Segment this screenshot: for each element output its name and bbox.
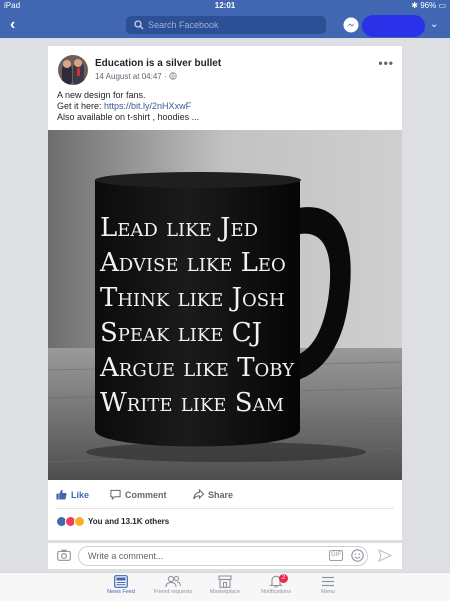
post-text-prefix: Get it here: bbox=[57, 101, 105, 111]
comment-placeholder: Write a comment... bbox=[88, 551, 164, 561]
mug-line: Write like Sam bbox=[100, 388, 284, 418]
reactions-count: You and 13.1K others bbox=[88, 517, 170, 526]
globe-icon bbox=[169, 72, 177, 80]
mug-line: Speak like CJ bbox=[100, 318, 262, 348]
post-text-line: Also available on t-shirt , hoodies ... bbox=[57, 112, 200, 122]
tab-marketplace[interactable]: Marketplace bbox=[201, 574, 249, 595]
tab-label: Notifications bbox=[261, 589, 291, 595]
friends-icon bbox=[165, 575, 181, 588]
search-input[interactable]: Search Facebook bbox=[126, 16, 326, 34]
top-navbar: ‹ Search Facebook ⌄ bbox=[0, 12, 450, 38]
tab-menu[interactable]: Menu bbox=[304, 574, 352, 595]
search-icon bbox=[134, 20, 144, 30]
status-bar: iPad 12:01 ✱ 96% ▭ bbox=[0, 0, 450, 12]
post-author-name[interactable]: Education is a silver bullet bbox=[95, 58, 221, 69]
notification-badge: 2 bbox=[279, 574, 288, 583]
post-date[interactable]: 14 August at 04:47 bbox=[95, 72, 162, 81]
comment-input[interactable]: Write a comment... GIF bbox=[78, 546, 368, 566]
tab-news-feed[interactable]: News Feed bbox=[97, 574, 145, 595]
post-text-line: A new design for fans. bbox=[57, 90, 146, 100]
post-text-line: Get it here: https://bit.ly/2nHXxwF bbox=[57, 101, 199, 112]
like-button[interactable]: Like bbox=[56, 489, 89, 500]
mug-line: Lead like Jed bbox=[100, 213, 258, 243]
back-arrow-icon[interactable]: ‹ bbox=[10, 16, 15, 34]
bluetooth-icon: ✱ bbox=[411, 1, 418, 10]
tab-notifications[interactable]: 2 Notifications bbox=[252, 574, 300, 595]
avatar-face bbox=[74, 59, 82, 67]
avatar-figure bbox=[62, 65, 72, 85]
tab-label: Marketplace bbox=[210, 589, 240, 595]
comment-label: Comment bbox=[125, 489, 167, 500]
messenger-icon[interactable] bbox=[343, 17, 359, 33]
clock: 12:01 bbox=[214, 1, 236, 10]
tab-label: Menu bbox=[321, 589, 335, 595]
post-actions: Like Comment Share bbox=[48, 485, 402, 505]
news-feed-icon bbox=[114, 575, 128, 588]
emoji-icon[interactable] bbox=[351, 549, 364, 562]
post-link[interactable]: https://bit.ly/2nHXxwF bbox=[104, 101, 191, 111]
like-label: Like bbox=[71, 489, 90, 500]
comment-bar: Write a comment... GIF bbox=[48, 543, 402, 569]
more-options-icon[interactable]: ••• bbox=[378, 56, 394, 70]
comment-icon bbox=[110, 489, 121, 500]
share-icon bbox=[193, 489, 204, 500]
gif-icon[interactable]: GIF bbox=[329, 550, 343, 561]
share-label: Share bbox=[208, 489, 234, 500]
post-text: A new design for fans. Get it here: http… bbox=[57, 90, 199, 123]
camera-icon[interactable] bbox=[57, 549, 71, 561]
author-avatar[interactable] bbox=[58, 55, 88, 85]
menu-icon bbox=[322, 576, 334, 587]
search-placeholder: Search Facebook bbox=[148, 20, 219, 30]
marketplace-icon bbox=[218, 575, 232, 588]
share-button[interactable]: Share bbox=[193, 489, 233, 500]
post-card: Education is a silver bullet 14 August a… bbox=[48, 46, 402, 540]
battery-icon: ▭ bbox=[438, 1, 446, 10]
post-meta: 14 August at 04:47 · bbox=[95, 72, 177, 81]
send-icon[interactable] bbox=[378, 549, 392, 562]
avatar-face bbox=[63, 60, 71, 68]
mug-line: Argue like Toby bbox=[99, 353, 295, 383]
tab-label: News Feed bbox=[107, 589, 135, 595]
comment-button[interactable]: Comment bbox=[110, 489, 167, 500]
post-photo[interactable]: Lead like Jed Advise like Leo Think like… bbox=[48, 130, 402, 480]
wow-reaction-icon bbox=[74, 516, 85, 527]
profile-avatar-redacted[interactable] bbox=[362, 15, 425, 37]
tab-friend-requests[interactable]: Friend requests bbox=[149, 574, 197, 595]
mug-line: Advise like Leo bbox=[99, 248, 286, 278]
reactions-summary[interactable]: You and 13.1K others bbox=[56, 516, 169, 527]
battery-indicator: ✱ 96% ▭ bbox=[411, 1, 446, 10]
avatar-tie bbox=[77, 68, 80, 76]
divider bbox=[56, 508, 394, 509]
battery-percent: 96% bbox=[420, 1, 437, 10]
bottom-tab-bar: News Feed Friend requests Marketplace 2 … bbox=[0, 572, 450, 601]
mug-line: Think like Josh bbox=[100, 283, 285, 313]
meta-separator: · bbox=[163, 72, 167, 81]
tab-label: Friend requests bbox=[153, 589, 193, 595]
thumbs-up-icon bbox=[56, 489, 67, 500]
chevron-down-icon[interactable]: ⌄ bbox=[430, 19, 438, 30]
mug-image: Lead like Jed Advise like Leo Think like… bbox=[48, 130, 402, 480]
